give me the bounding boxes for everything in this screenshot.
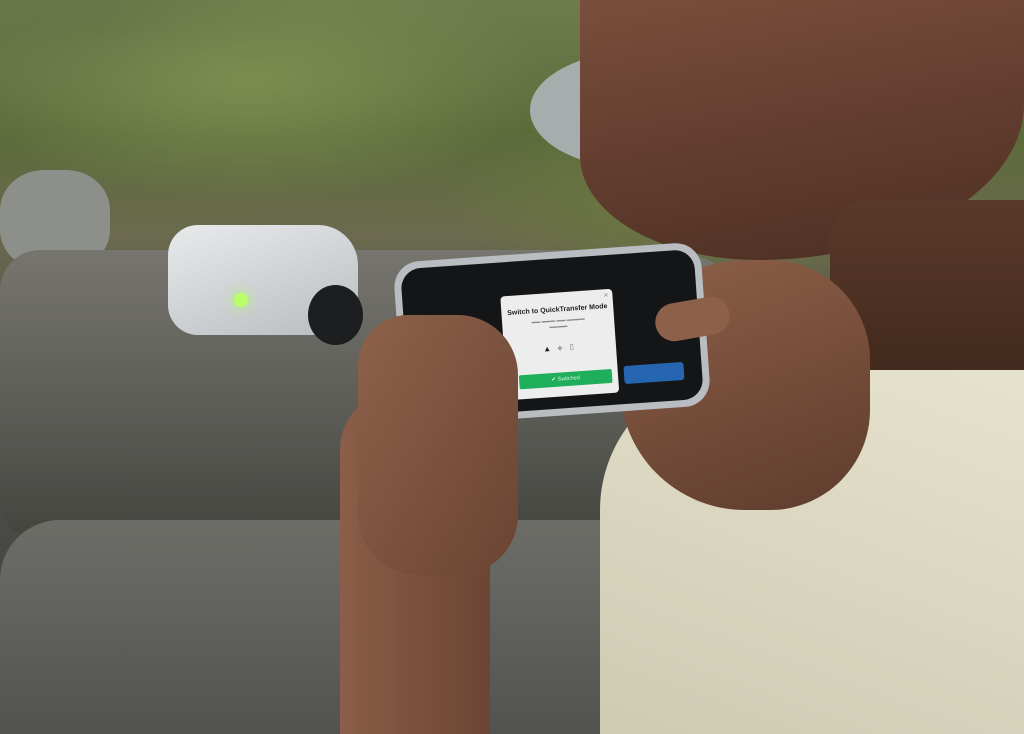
left-hand [358, 315, 518, 575]
switched-button-label: Switched [557, 375, 581, 383]
close-icon[interactable]: ✕ [603, 292, 608, 299]
drone [168, 215, 368, 355]
switched-button[interactable]: ✔ Switched [518, 368, 613, 390]
blurred-button [623, 361, 685, 385]
connection-icons: ▲ ⟡ ▯ [542, 342, 578, 354]
dialog-body-text: ▬▬ ▬▬▬ ▬▬ ▬▬▬▬ ▬▬▬▬ [531, 315, 585, 330]
drone-camera [308, 285, 363, 345]
drone-status-light [234, 293, 248, 307]
quicktransfer-dialog: ✕ Switch to QuickTransfer Mode ▬▬ ▬▬▬ ▬▬… [500, 288, 620, 401]
